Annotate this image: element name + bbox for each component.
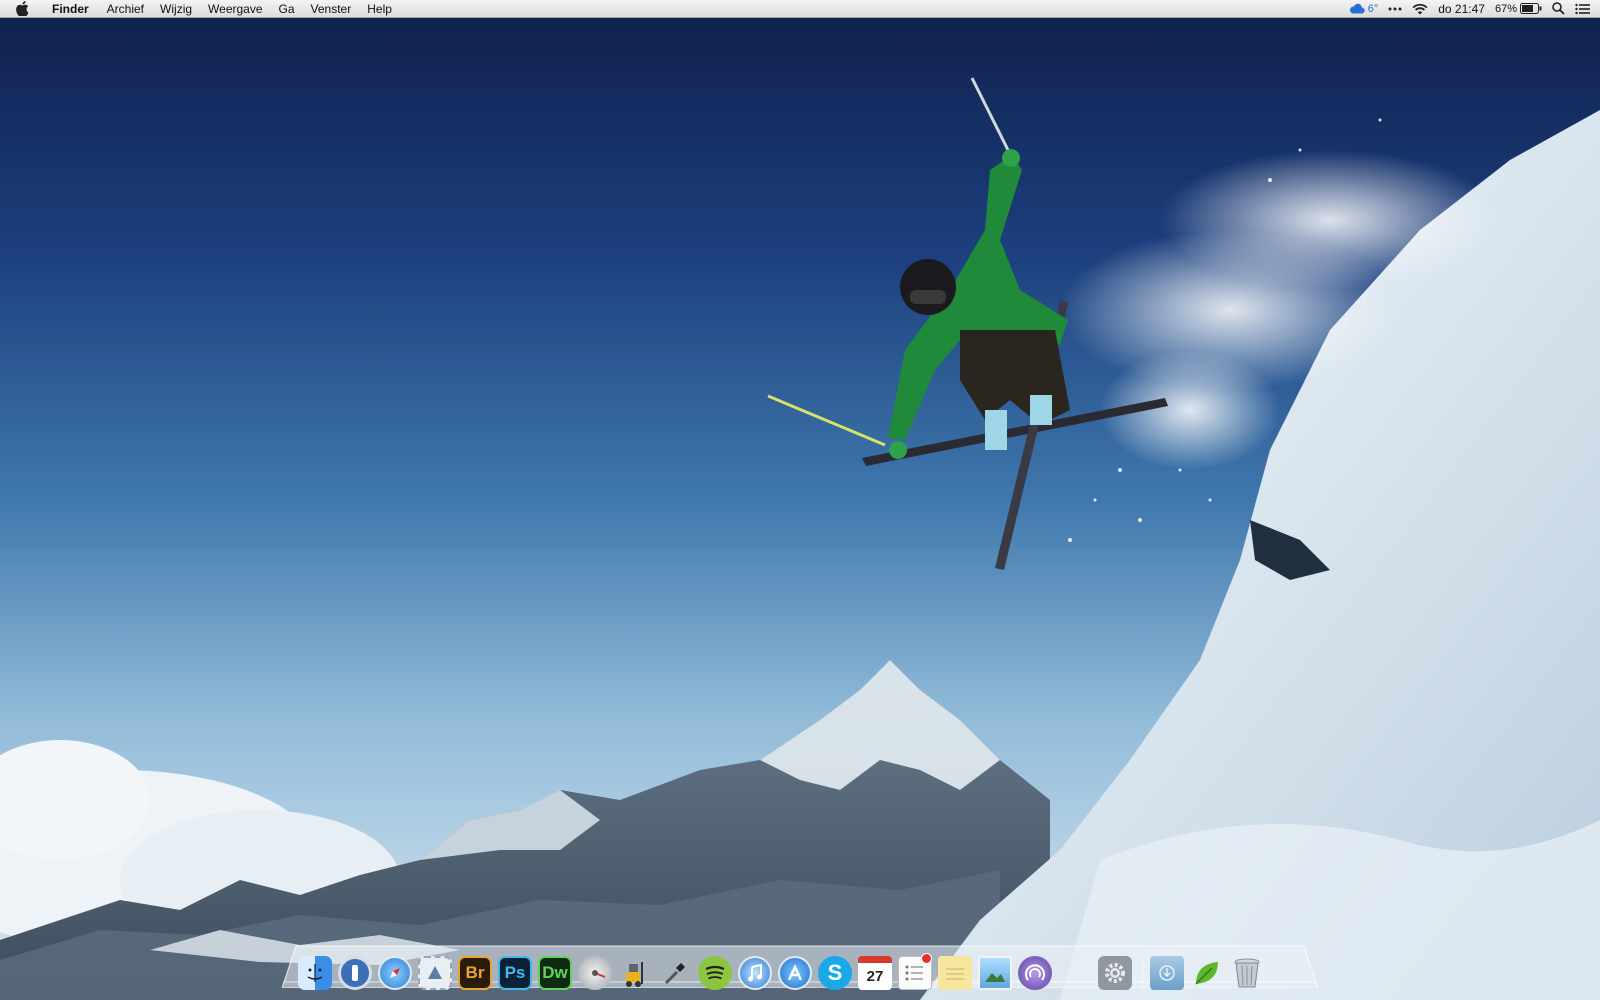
dock-item-system-preferences[interactable] <box>1096 954 1134 992</box>
dock-item-caffeine[interactable] <box>1056 954 1094 992</box>
dock-item-app-store[interactable] <box>776 954 814 992</box>
dock-item-calendar[interactable]: 27 <box>856 954 894 992</box>
forklift-icon <box>618 956 652 990</box>
dock-item-mail[interactable] <box>416 954 454 992</box>
menu-weergave[interactable]: Weergave <box>200 0 270 18</box>
dock-item-pipette[interactable] <box>656 954 694 992</box>
menu-wijzig[interactable]: Wijzig <box>152 0 200 18</box>
moon-icon <box>1058 956 1092 990</box>
dock-item-trash[interactable] <box>1228 954 1266 992</box>
desktop-wallpaper <box>0 0 1600 1000</box>
safari-compass-icon <box>378 956 412 990</box>
cloud-icon <box>1349 3 1365 14</box>
dock-item-archive-utility[interactable] <box>616 954 654 992</box>
apple-logo-icon[interactable] <box>14 1 30 17</box>
menu-ga[interactable]: Ga <box>271 0 303 18</box>
app-store-icon <box>778 956 812 990</box>
leaf-icon <box>1190 956 1224 990</box>
ellipsis-icon[interactable] <box>1388 0 1402 18</box>
bridge-icon: Br <box>458 956 492 990</box>
downloads-folder-icon <box>1150 956 1184 990</box>
menu-venster[interactable]: Venster <box>303 0 360 18</box>
1password-icon <box>338 956 372 990</box>
dock-item-safari[interactable] <box>376 954 414 992</box>
dock-item-notes[interactable] <box>936 954 974 992</box>
menu-archief[interactable]: Archief <box>99 0 152 18</box>
dock-item-skype[interactable]: S <box>816 954 854 992</box>
calendar-icon: 27 <box>858 956 892 990</box>
spotify-icon <box>698 956 732 990</box>
menubar-clock[interactable]: do 21:47 <box>1438 0 1485 18</box>
trash-icon <box>1230 956 1264 990</box>
dock-item-downloads[interactable] <box>1148 954 1186 992</box>
dock-item-dreamweaver[interactable]: Dw <box>536 954 574 992</box>
dreamweaver-icon: Dw <box>538 956 572 990</box>
notification-badge <box>921 953 932 964</box>
search-icon[interactable] <box>1552 0 1565 18</box>
itunes-note-icon <box>738 956 772 990</box>
dock-item-bittorrent[interactable] <box>1016 954 1054 992</box>
dock-item-preview[interactable] <box>976 954 1014 992</box>
finder-icon <box>298 956 332 990</box>
photoshop-icon: Ps <box>498 956 532 990</box>
battery-percentage: 67% <box>1494 2 1517 15</box>
bittorrent-icon <box>1018 956 1052 990</box>
eyedropper-icon <box>658 956 692 990</box>
disk-utility-icon <box>578 956 612 990</box>
dock-item-spotify[interactable] <box>696 954 734 992</box>
dock-item-reminders[interactable] <box>896 953 934 992</box>
notes-icon <box>938 956 972 990</box>
skype-icon: S <box>818 956 852 990</box>
dock-separator <box>1136 954 1148 992</box>
weather-temperature: 6° <box>1367 2 1379 15</box>
battery-icon <box>1520 3 1542 14</box>
dock-item-bridge[interactable]: Br <box>456 954 494 992</box>
menu-help[interactable]: Help <box>359 0 400 18</box>
gear-icon <box>1098 956 1132 990</box>
dock-item-evernote[interactable] <box>1188 954 1226 992</box>
dock-item-photoshop[interactable]: Ps <box>496 954 534 992</box>
menu-app-name[interactable]: Finder <box>44 0 99 18</box>
list-icon[interactable] <box>1575 0 1590 18</box>
weather-status[interactable]: 6° <box>1349 0 1379 18</box>
dock: Br Ps Dw S 27 <box>296 950 1268 992</box>
preview-icon <box>978 956 1012 990</box>
dock-item-1password[interactable] <box>336 954 374 992</box>
menu-bar: Finder Archief Wijzig Weergave Ga Venste… <box>0 0 1600 18</box>
wifi-icon[interactable] <box>1412 0 1428 18</box>
dock-item-finder[interactable] <box>296 954 334 992</box>
dock-item-disk-utility[interactable] <box>576 954 614 992</box>
battery-status[interactable]: 67% <box>1495 0 1542 18</box>
dock-item-itunes[interactable] <box>736 954 774 992</box>
mail-stamp-icon <box>418 956 452 990</box>
